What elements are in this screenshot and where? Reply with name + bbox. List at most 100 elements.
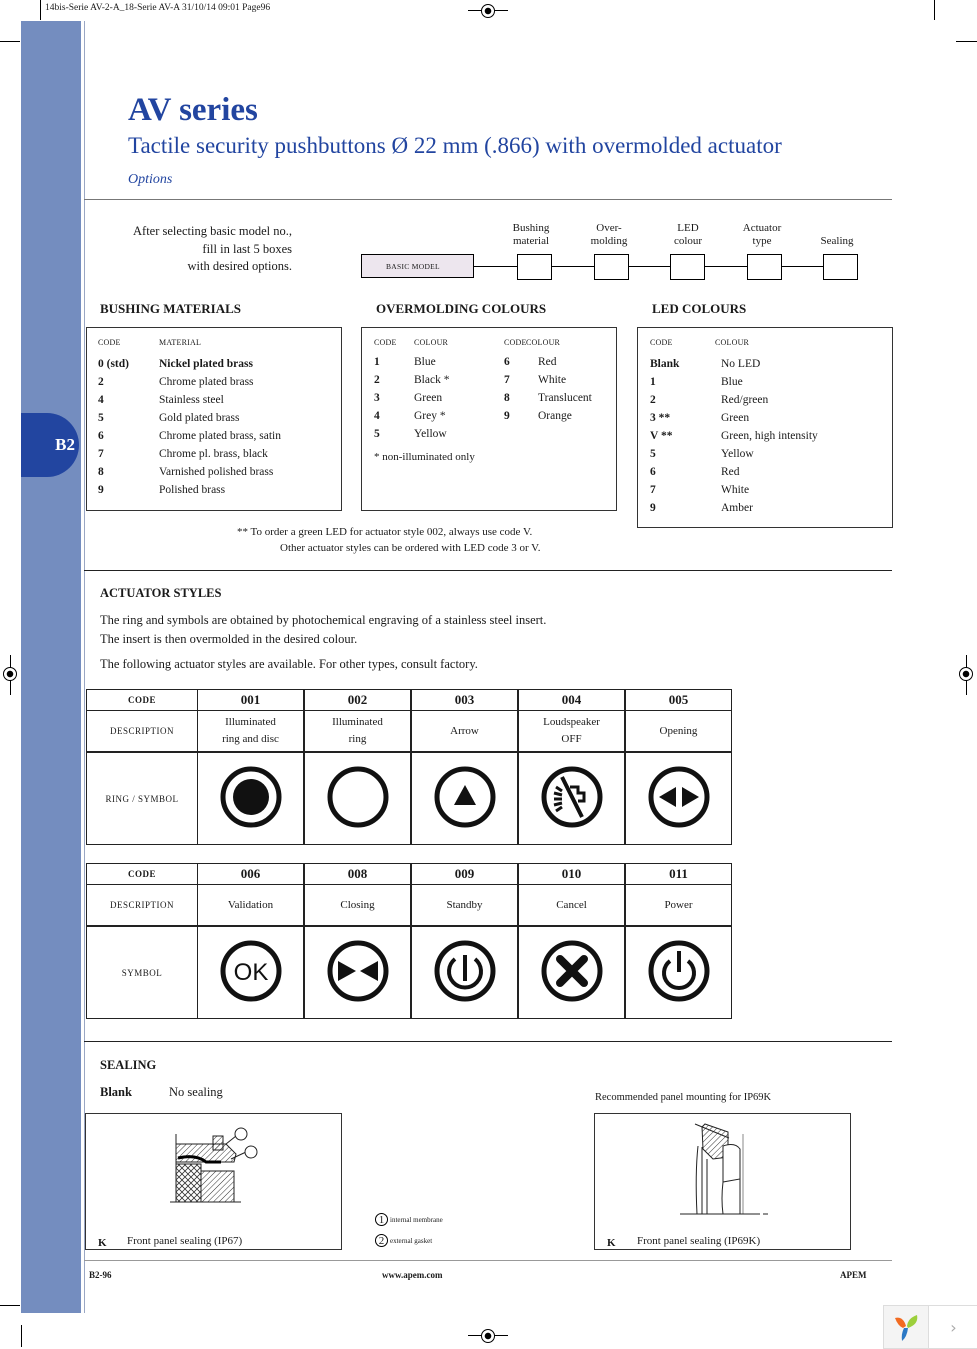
option-code: 0 (std) [98,358,129,370]
option-box-led[interactable] [670,254,705,280]
footer-brand: APEM [840,1270,867,1280]
description-line: Standby [446,898,483,911]
box-label-overmolding: Over- molding [574,222,644,248]
option-value: Grey * [414,410,446,422]
option-code: 1 [374,356,380,368]
description-line: Power [664,898,693,911]
actuator-code: 011 [624,863,732,885]
option-code: 5 [98,412,104,424]
option-code: 7 [650,484,656,496]
column-header: CODE [98,338,121,347]
option-value: Nickel plated brass [159,358,253,370]
actuator-description: Loudspeaker OFF [517,710,626,753]
crop-mark [934,0,935,20]
actuator-code: 005 [624,689,732,711]
description-line: Opening [659,724,698,737]
widget-logo-icon[interactable] [884,1306,929,1348]
actuator-paragraph: The ring and symbols are obtained by pho… [100,613,547,627]
option-value: Amber [721,502,753,514]
label-line: LED [677,222,699,234]
option-value: White [721,484,750,496]
label-line: Actuator [742,222,782,234]
column-header: COLOUR [414,338,449,347]
option-box-sealing[interactable] [823,254,858,280]
overmolding-colours-table: CODE COLOUR CODE COLOUR 1 Blue 2 Black * 3 Gr… [361,327,617,511]
svg-text:OK: OK [233,959,268,986]
actuator-symbol-cell [624,925,732,1019]
option-code: 8 [504,392,510,404]
description-line: Illuminated [332,716,383,728]
closing-arrows-icon [326,940,390,1006]
sealing-title: SEALING [100,1058,157,1072]
symbol-row: SYMBOL OK [86,925,732,1019]
option-value: Blue [414,356,436,368]
option-code: 7 [504,374,510,386]
power-icon [647,940,711,1006]
option-code: 6 [504,356,510,368]
option-code: 8 [98,466,104,478]
actuator-description: Arrow [410,710,519,753]
actuator-paragraph: The following actuator styles are availa… [100,657,478,671]
box-label-actuator: Actuator type [727,222,797,248]
sealing-ip67-box: K Front panel sealing (IP67) [85,1113,342,1250]
divider [84,199,892,200]
row-label: RING / SYMBOL [86,751,198,845]
row-label: DESCRIPTION [86,710,198,753]
registration-mark-icon [959,667,973,681]
standby-icon [433,940,497,1006]
number-2-icon: 2 [375,1234,388,1247]
crop-mark [21,1325,22,1347]
option-value: Black * [414,374,450,386]
description-line: ring and disc [222,733,279,745]
option-value: Green, high intensity [721,430,818,442]
actuator-description: Cancel [517,884,626,927]
browser-widget[interactable]: › [883,1305,977,1349]
option-value: Polished brass [159,484,226,496]
option-code: 7 [98,448,104,460]
sealing-ip69k-box: K Front panel sealing (IP69K) [594,1113,851,1250]
description-line: Validation [227,898,274,911]
actuator-code: 001 [197,689,305,711]
cancel-x-icon [540,940,604,1006]
actuator-code: 010 [517,863,626,885]
footer-page-number: B2-96 [89,1270,112,1280]
actuator-symbol-cell [410,751,519,845]
ok-icon: OK [219,940,283,1006]
option-value: Varnished polished brass [159,466,274,478]
divider [84,1041,892,1042]
code-row: CODE 001 002 003 004 005 [86,689,732,711]
description-line: ring [348,733,367,745]
sealing-blank-code: Blank [100,1085,132,1099]
option-code: 2 [98,376,104,388]
sealing-blank-value: No sealing [169,1085,223,1099]
sealing-k-code: K [98,1237,107,1249]
option-value: Green [721,412,750,424]
description-line: Arrow [450,724,479,737]
option-code: 2 [650,394,656,406]
description-line: Loudspeaker [543,716,600,728]
option-code: 3 ** [650,412,671,424]
column-header: COLOUR [715,338,750,347]
option-code: 9 [98,484,104,496]
actuator-description: Closing [303,884,412,927]
option-box-actuator[interactable] [747,254,782,280]
intro-line: After selecting basic model no., [133,224,292,238]
widget-next-button[interactable]: › [929,1306,977,1348]
label-line: Sealing [820,235,854,247]
led-colours-title: LED COLOURS [652,301,747,316]
option-box-overmolding[interactable] [594,254,629,280]
actuator-description: Power [624,884,732,927]
legend-label: external gasket [390,1236,433,1245]
option-value: Yellow [414,428,447,440]
option-code: 1 [650,376,656,388]
sealing-k-code: K [607,1237,616,1249]
label-line: Bushing [512,222,550,234]
option-value: No LED [721,358,761,370]
option-value: Red [721,466,740,478]
actuator-description: Validation [197,884,305,927]
bushing-materials-table: CODE MATERIAL 0 (std) Nickel plated brass… [86,327,342,511]
registration-mark-icon [481,4,495,18]
option-box-bushing[interactable] [517,254,552,280]
footer-url[interactable]: www.apem.com [382,1270,443,1280]
legend-item: 2 external gasket [375,1234,432,1247]
